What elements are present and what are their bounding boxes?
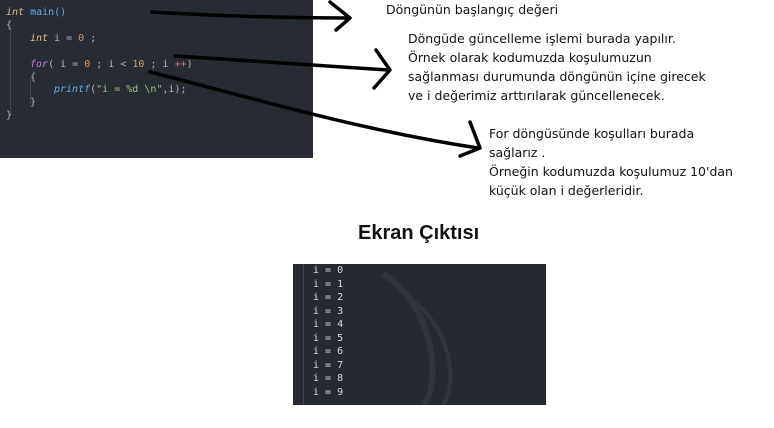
terminal-line: i = 3 bbox=[313, 305, 344, 317]
note-init: Döngünün başlangıç değeri bbox=[386, 2, 559, 17]
terminal-line: i = 6 bbox=[313, 346, 344, 357]
note-condition: For döngüsünde koşulları burada sağlarız… bbox=[489, 126, 733, 198]
arrow-update bbox=[173, 54, 390, 72]
terminal-line: i = 7 bbox=[313, 359, 344, 371]
arrow-init bbox=[150, 10, 350, 20]
note-update: Döngüde güncelleme işlemi burada yapılır… bbox=[408, 31, 706, 103]
terminal-line: i = 0 bbox=[313, 265, 344, 276]
terminal-line: i = 4 bbox=[313, 319, 344, 330]
terminal-line: i = 8 bbox=[313, 373, 344, 384]
output-title: Ekran Çıktısı bbox=[358, 222, 480, 244]
terminal-line: i = 1 bbox=[313, 278, 344, 290]
terminal-line: i = 9 bbox=[313, 386, 344, 398]
terminal-line: i = 2 bbox=[313, 292, 344, 303]
terminal-output: i = 0 i = 1 i = 2 i = 3 i = 4 i = 5 i = … bbox=[293, 264, 546, 405]
terminal-line: i = 5 bbox=[313, 332, 344, 344]
